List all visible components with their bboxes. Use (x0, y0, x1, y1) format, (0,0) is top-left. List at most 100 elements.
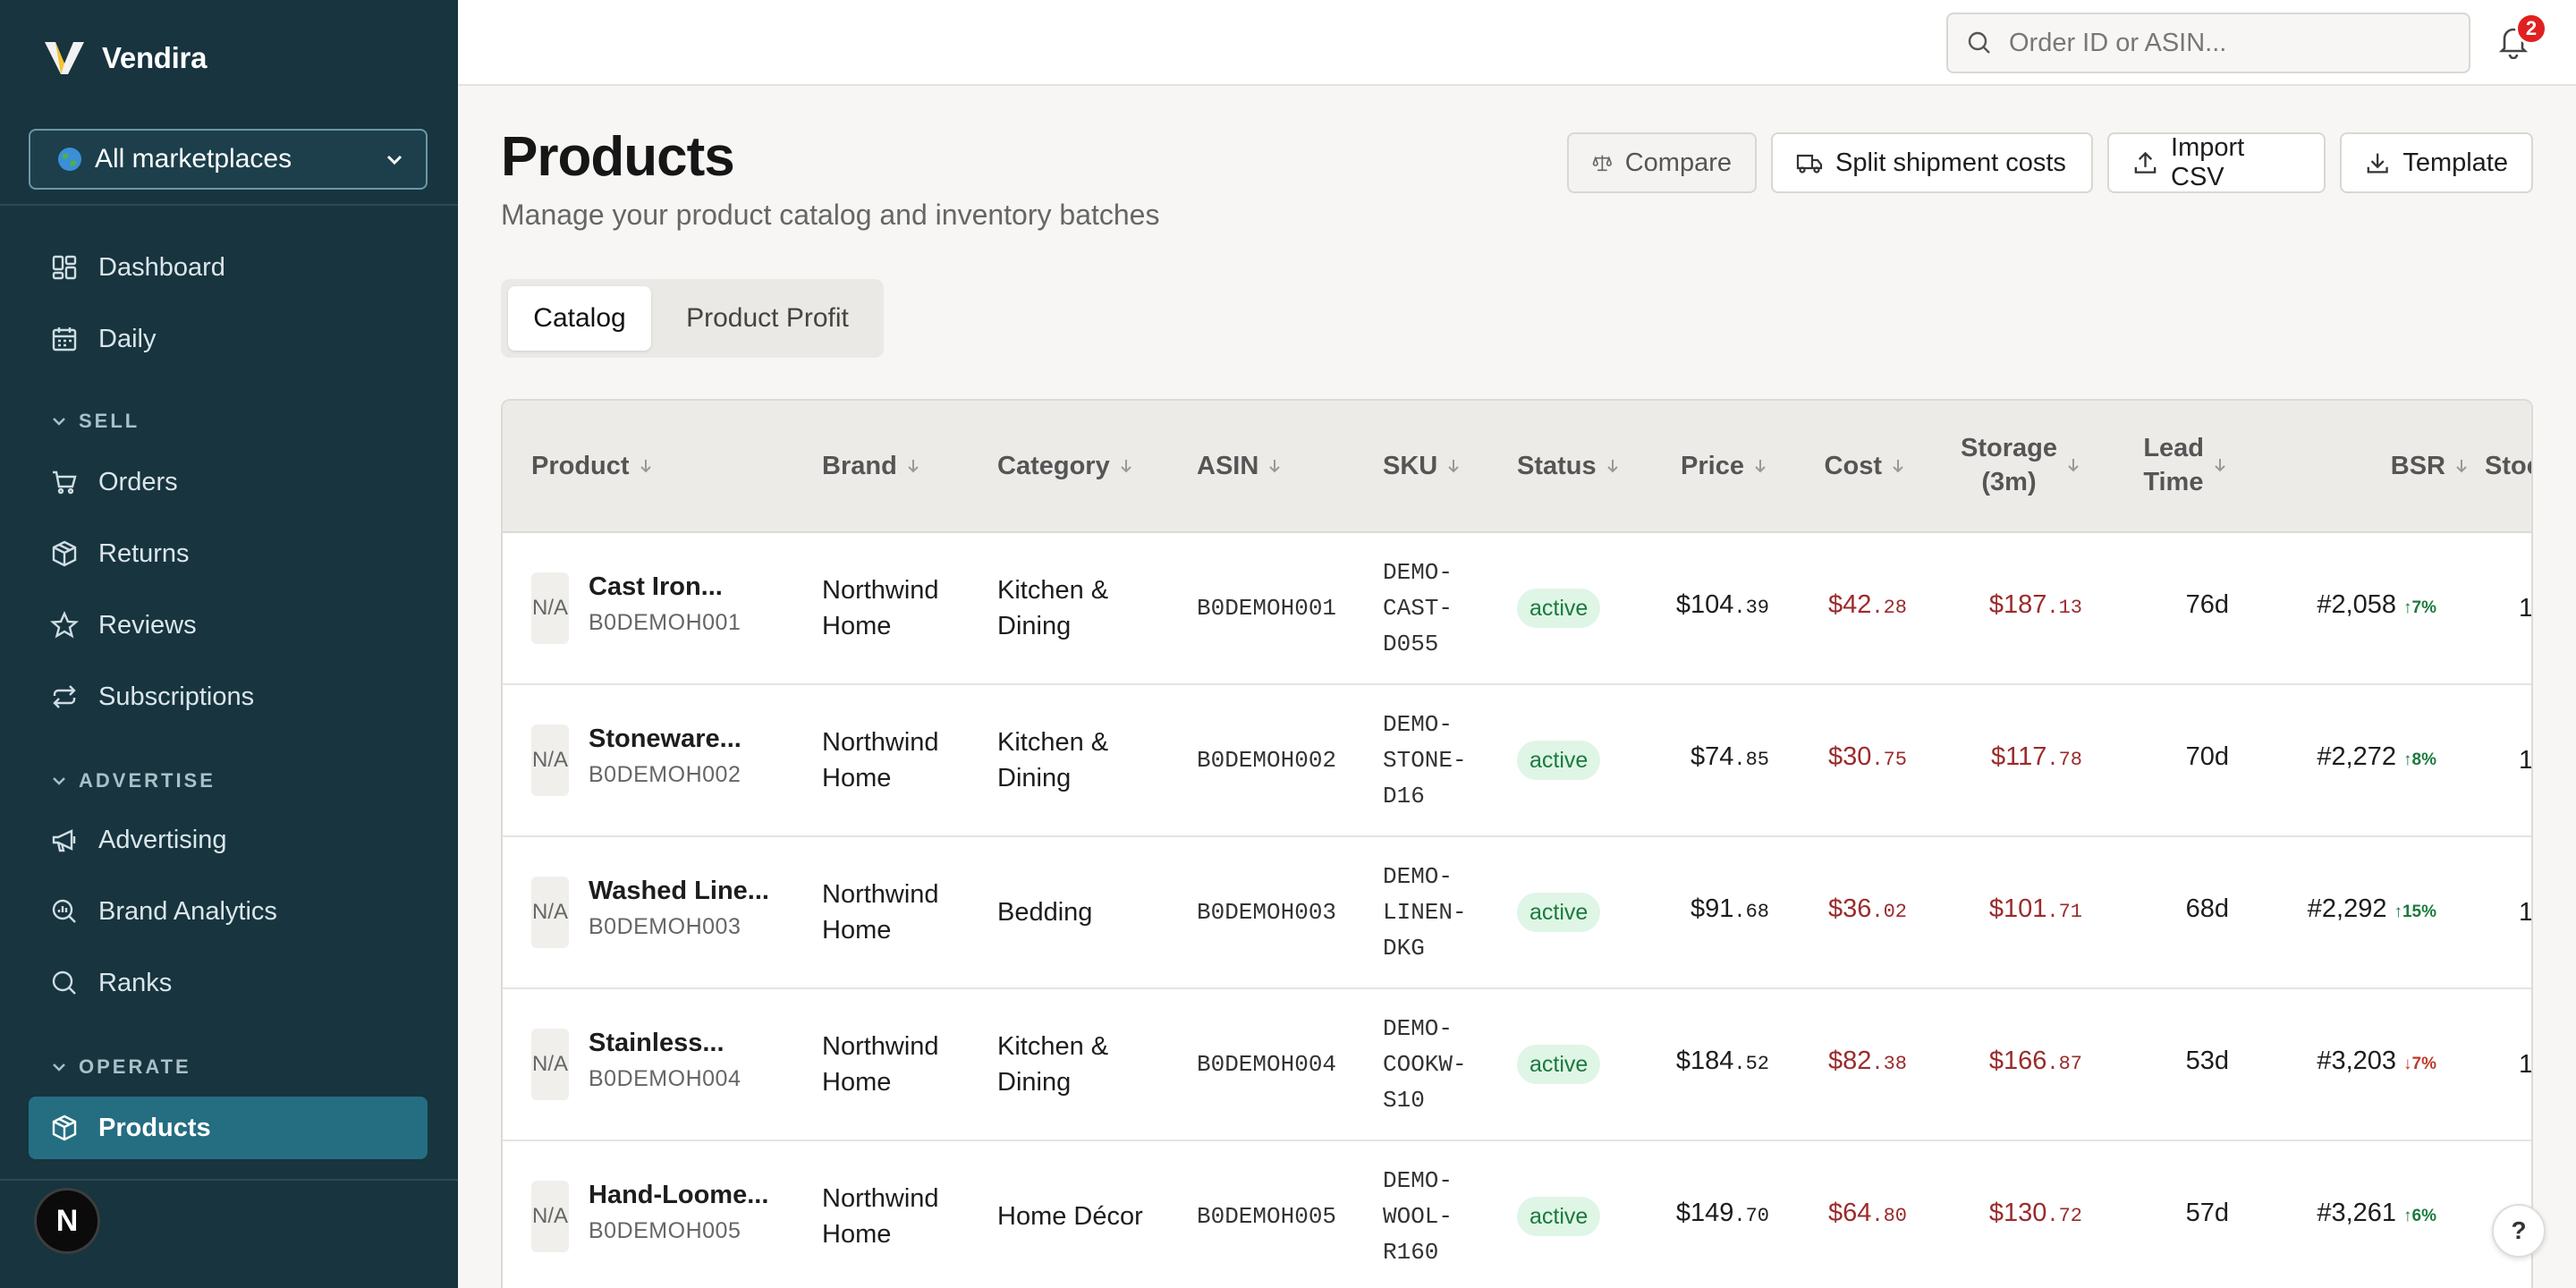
sidebar-divider (0, 204, 458, 206)
calendar-icon (52, 327, 77, 352)
tab-catalog[interactable]: Catalog (508, 286, 651, 351)
storage-cell: $101.71 (1988, 894, 2082, 923)
table-row[interactable]: N/A Stainless... B0DEMOH004 Northwind Hom… (503, 989, 2531, 1141)
split-shipment-costs-button[interactable]: Split shipment costs (1771, 132, 2093, 193)
stock-cell: 1 (2519, 594, 2533, 623)
sidebar-item-returns[interactable]: Returns (29, 522, 428, 585)
page-subtitle: Manage your product catalog and inventor… (501, 199, 1160, 231)
asin-cell: B0DEMOH001 (1197, 595, 1337, 622)
sidebar-item-reviews[interactable]: Reviews (29, 594, 428, 657)
section-advertise[interactable]: ADVERTISE (50, 769, 216, 792)
product-name[interactable]: Washed Line... (589, 877, 767, 906)
box-icon (52, 540, 77, 567)
sort-arrow-icon (908, 460, 919, 473)
column-header-category[interactable]: Category (997, 449, 1135, 483)
column-header-asin[interactable]: ASIN (1197, 449, 1284, 483)
sidebar-item-orders[interactable]: Orders (29, 451, 428, 513)
sort-arrow-icon (1269, 460, 1281, 473)
sidebar-item-label: Advertising (98, 825, 227, 854)
sidebar: Vendira All marketplaces Dashboard Daily… (0, 0, 458, 1288)
import-csv-label: Import CSV (2171, 133, 2245, 191)
asin-cell: B0DEMOH002 (1197, 747, 1337, 774)
brand-cell: Northwind Home (822, 728, 939, 792)
cost-cell: $30.75 (1828, 742, 1907, 771)
column-header-storage[interactable]: Storage (3m) (1934, 431, 2082, 499)
product-asin-sub: B0DEMOH002 (589, 762, 741, 787)
table-row[interactable]: N/A Hand-Loome... B0DEMOH005 Northwind Ho… (503, 1141, 2531, 1288)
product-name[interactable]: Hand-Loome... (589, 1181, 767, 1210)
import-csv-button[interactable]: Import CSV (2107, 132, 2326, 193)
marketplace-value: All marketplaces (95, 144, 292, 174)
split-shipment-label: Split shipment costs (1835, 148, 2066, 177)
bsr-cell: #2,058 ↑7% (2317, 590, 2436, 619)
sidebar-item-label: Brand Analytics (98, 896, 277, 926)
price-cell: $149.70 (1675, 1199, 1769, 1227)
view-tabs: Catalog Product Profit (501, 279, 884, 358)
compare-label: Compare (1624, 148, 1732, 177)
product-image-placeholder: N/A (531, 572, 569, 644)
lead-time-cell: 68d (2185, 894, 2229, 923)
stock-cell: 1 (2519, 746, 2533, 775)
table-row[interactable]: N/A Stoneware... B0DEMOH002 Northwind Hom… (503, 685, 2533, 837)
brand[interactable]: Vendira (43, 36, 207, 80)
bsr-trend: ↑15% (2394, 902, 2436, 921)
tab-product-profit[interactable]: Product Profit (658, 286, 877, 351)
status-badge: active (1517, 893, 1601, 932)
table-row[interactable]: N/A Cast Iron... B0DEMOH001 Northwind Hom… (503, 533, 2533, 685)
brand-cell: Northwind Home (822, 576, 939, 640)
column-header-lead-time[interactable]: Lead Time (2131, 431, 2229, 499)
category-cell: Kitchen & Dining (997, 1032, 1109, 1097)
section-title: ADVERTISE (79, 769, 216, 792)
column-header-cost[interactable]: Cost (1773, 449, 1907, 483)
sku-cell: DEMO- WOOL- R160 (1383, 1167, 1453, 1266)
storage-cell: $130.72 (1988, 1199, 2082, 1227)
lead-time-cell: 76d (2185, 590, 2229, 619)
column-header-product[interactable]: Product (531, 449, 655, 483)
sidebar-item-label: Orders (98, 467, 178, 496)
template-label: Template (2402, 148, 2508, 177)
sidebar-item-products[interactable]: Products (29, 1097, 428, 1159)
notifications-button[interactable]: 2 (2488, 13, 2547, 64)
column-header-sku[interactable]: SKU (1383, 449, 1462, 483)
column-header-status[interactable]: Status (1517, 449, 1622, 483)
section-title: OPERATE (79, 1055, 191, 1078)
sidebar-item-advertising[interactable]: Advertising (29, 809, 428, 871)
section-operate[interactable]: OPERATE (50, 1055, 191, 1079)
compare-button[interactable]: Compare (1567, 132, 1757, 193)
sidebar-item-label: Products (98, 1113, 211, 1142)
asin-cell: B0DEMOH005 (1197, 1203, 1337, 1230)
section-sell[interactable]: SELL (50, 410, 140, 433)
product-name[interactable]: Stainless... (589, 1029, 767, 1058)
product-image-placeholder: N/A (531, 877, 569, 948)
sku-cell: DEMO- LINEN- DKG (1383, 863, 1467, 962)
column-header-bsr[interactable]: BSR (2336, 449, 2470, 483)
sort-arrow-icon (1120, 460, 1131, 473)
package-icon (52, 1114, 77, 1141)
search-input[interactable] (2009, 28, 2456, 58)
stock-cell: 1 (2519, 898, 2533, 927)
storage-cell: $187.13 (1988, 590, 2082, 619)
sidebar-item-label: Dashboard (98, 252, 225, 282)
template-button[interactable]: Template (2340, 132, 2533, 193)
category-cell: Bedding (997, 898, 1093, 927)
product-name[interactable]: Cast Iron... (589, 572, 767, 602)
column-header-stock[interactable]: Stoc (2485, 449, 2531, 483)
column-header-brand[interactable]: Brand (822, 449, 922, 483)
sidebar-item-ranks[interactable]: Ranks (29, 952, 428, 1014)
product-asin-sub: B0DEMOH003 (589, 914, 741, 939)
sidebar-item-dashboard[interactable]: Dashboard (29, 236, 428, 299)
column-header-price[interactable]: Price (1621, 449, 1769, 483)
sku-cell: DEMO- STONE- D16 (1383, 711, 1467, 809)
marketplace-select[interactable]: All marketplaces (29, 129, 428, 190)
sidebar-item-brand-analytics[interactable]: Brand Analytics (29, 880, 428, 943)
chevron-down-icon (53, 777, 65, 785)
table-row[interactable]: N/A Washed Line... B0DEMOH003 Northwind H… (503, 837, 2533, 989)
sidebar-item-daily[interactable]: Daily (29, 308, 428, 370)
help-button[interactable]: ? (2492, 1204, 2546, 1258)
product-name[interactable]: Stoneware... (589, 724, 767, 754)
bsr-trend: ↑6% (2403, 1207, 2436, 1225)
avatar[interactable]: N (34, 1188, 100, 1254)
sidebar-item-subscriptions[interactable]: Subscriptions (29, 665, 428, 728)
search-box[interactable] (1946, 13, 2470, 73)
status-badge: active (1517, 741, 1601, 780)
